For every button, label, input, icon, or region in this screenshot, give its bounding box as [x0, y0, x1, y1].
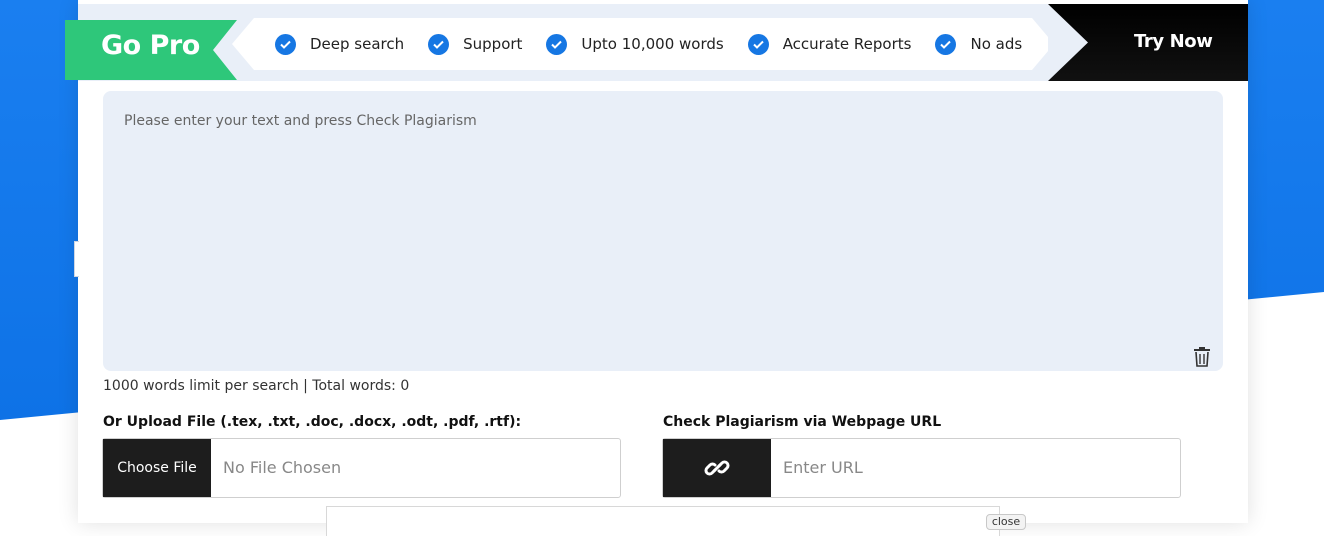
- text-input-area[interactable]: [103, 91, 1223, 371]
- feature-list: Deep search Support Upto 10,000 words Ac…: [275, 18, 1046, 70]
- link-icon: [704, 460, 730, 476]
- upload-label: Or Upload File (.tex, .txt, .doc, .docx,…: [103, 414, 522, 430]
- feature-item: Deep search: [275, 33, 405, 55]
- feature-item: Support: [428, 33, 523, 55]
- file-status: No File Chosen: [223, 458, 342, 477]
- check-circle-icon: [747, 33, 769, 55]
- feature-label: Upto 10,000 words: [581, 35, 724, 53]
- ad-container: [326, 506, 1000, 536]
- side-handle: [74, 241, 79, 277]
- feature-label: No ads: [970, 35, 1023, 53]
- url-placeholder: Enter URL: [783, 458, 863, 477]
- check-circle-icon: [935, 33, 957, 55]
- word-count-info: 1000 words limit per search | Total word…: [103, 378, 410, 394]
- check-circle-icon: [546, 33, 568, 55]
- feature-label: Deep search: [310, 35, 405, 53]
- choose-file-button[interactable]: Choose File: [103, 439, 211, 497]
- close-ad-button[interactable]: close: [986, 514, 1026, 530]
- text-input-placeholder: Please enter your text and press Check P…: [124, 113, 477, 129]
- check-circle-icon: [428, 33, 450, 55]
- feature-item: Accurate Reports: [747, 33, 912, 55]
- go-pro-badge: Go Pro: [65, 20, 237, 80]
- try-now-label[interactable]: Try Now: [1134, 31, 1213, 52]
- feature-item: No ads: [935, 33, 1023, 55]
- trash-icon[interactable]: [1192, 346, 1212, 368]
- url-label: Check Plagiarism via Webpage URL: [663, 414, 942, 430]
- link-button[interactable]: [663, 439, 771, 497]
- feature-label: Support: [463, 35, 523, 53]
- feature-item: Upto 10,000 words: [546, 33, 724, 55]
- check-circle-icon: [275, 33, 296, 55]
- feature-label: Accurate Reports: [782, 35, 912, 53]
